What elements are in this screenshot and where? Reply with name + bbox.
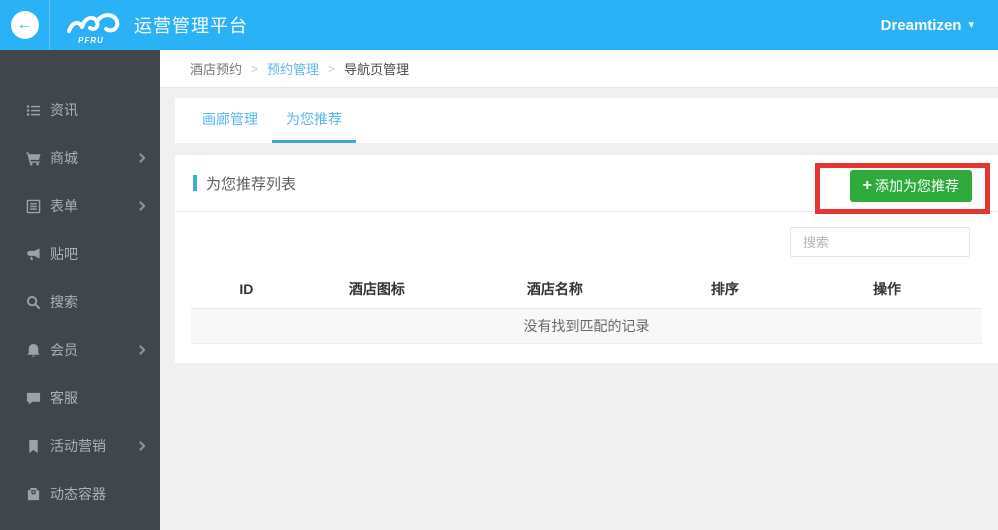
recommend-list-panel: 为您推荐列表 + 添加为您推荐 ID 酒店图标 酒店名称 排序 操作 xyxy=(175,155,998,363)
sidebar-item-label: 动态容器 xyxy=(50,486,106,502)
sidebar-item-search[interactable]: 搜索 xyxy=(0,278,160,326)
back-button[interactable]: ← xyxy=(0,0,50,50)
tabs-bar: 画廊管理 为您推荐 xyxy=(175,98,998,143)
comment-icon xyxy=(25,390,41,406)
breadcrumb-item-booking-management[interactable]: 预约管理 xyxy=(267,59,319,78)
table-header-row: ID 酒店图标 酒店名称 排序 操作 xyxy=(191,270,982,309)
sidebar-item-label: 贴吧 xyxy=(50,246,78,262)
breadcrumb-separator-icon: > xyxy=(251,61,259,76)
app-logo: PFRU 运营管理平台 xyxy=(50,7,248,45)
logo-swoosh-icon: PFRU xyxy=(66,7,128,45)
column-header-actions: 操作 xyxy=(792,270,982,309)
chevron-right-icon xyxy=(135,441,146,451)
search-icon xyxy=(25,294,41,310)
main-content: 酒店预约 > 预约管理 > 导航页管理 画廊管理 为您推荐 为您推荐列表 + 添… xyxy=(160,50,998,530)
back-arrow-icon: ← xyxy=(10,11,39,39)
sidebar-item-label: 商城 xyxy=(50,150,78,166)
logo-subtext: PFRU xyxy=(78,36,104,45)
top-header: ← PFRU 运营管理平台 Dreamtizen ▾ xyxy=(0,0,998,50)
sidebar-item-members[interactable]: 会员 xyxy=(0,326,160,374)
recommend-table: ID 酒店图标 酒店名称 排序 操作 没有找到匹配的记录 xyxy=(191,270,982,344)
bookmark-icon xyxy=(25,438,41,454)
column-header-sort: 排序 xyxy=(657,270,793,309)
column-header-hotel-icon: 酒店图标 xyxy=(301,270,453,309)
tab-recommended-for-you[interactable]: 为您推荐 xyxy=(272,98,356,143)
sidebar-item-news[interactable]: 资讯 xyxy=(0,86,160,134)
panel-title: 为您推荐列表 xyxy=(206,175,297,193)
sidebar-item-support[interactable]: 客服 xyxy=(0,374,160,422)
sidebar-item-label: 表单 xyxy=(50,198,78,214)
chevron-right-icon xyxy=(135,153,146,163)
breadcrumb: 酒店预约 > 预约管理 > 导航页管理 xyxy=(160,50,998,88)
breadcrumb-item-current: 导航页管理 xyxy=(344,62,410,77)
user-menu-label: Dreamtizen xyxy=(880,16,962,34)
sidebar-item-dynamic-container[interactable]: 动态容器 xyxy=(0,470,160,518)
breadcrumb-item-hotel-booking: 酒店预约 xyxy=(190,62,243,77)
bullhorn-icon xyxy=(25,246,41,262)
form-icon xyxy=(25,198,41,214)
search-box xyxy=(790,227,970,257)
tab-gallery-management[interactable]: 画廊管理 xyxy=(188,98,272,143)
caret-down-icon: ▾ xyxy=(968,18,974,31)
search-input[interactable] xyxy=(790,227,970,257)
sidebar-item-forms[interactable]: 表单 xyxy=(0,182,160,230)
sidebar-item-label: 资讯 xyxy=(50,102,78,118)
sidebar-item-marketing[interactable]: 活动营销 xyxy=(0,422,160,470)
empty-state-text: 没有找到匹配的记录 xyxy=(191,308,982,344)
user-menu[interactable]: Dreamtizen ▾ xyxy=(881,17,998,34)
list-icon xyxy=(25,102,41,118)
sidebar-item-label: 会员 xyxy=(50,342,78,358)
app-title: 运营管理平台 xyxy=(134,16,248,36)
column-header-hotel-name: 酒店名称 xyxy=(452,270,658,309)
bell-icon xyxy=(25,342,41,358)
sidebar-item-label: 搜索 xyxy=(50,294,78,310)
cart-icon xyxy=(25,150,41,166)
sidebar-item-label: 活动营销 xyxy=(50,438,106,454)
breadcrumb-separator-icon: > xyxy=(328,61,336,76)
table-empty-row: 没有找到匹配的记录 xyxy=(191,308,982,344)
chevron-right-icon xyxy=(135,201,146,211)
sidebar: 资讯 商城 表单 贴吧 搜索 会员 客服 活动营销 动态容器 xyxy=(0,50,160,530)
plus-icon: + xyxy=(862,177,872,194)
container-icon xyxy=(25,486,41,502)
sidebar-item-label: 客服 xyxy=(50,390,78,406)
column-header-id: ID xyxy=(191,270,302,309)
add-recommend-button[interactable]: + 添加为您推荐 xyxy=(849,170,972,202)
sidebar-item-forum[interactable]: 贴吧 xyxy=(0,230,160,278)
app-window: ← PFRU 运营管理平台 Dreamtizen ▾ 资讯 商城 表单 贴吧 搜… xyxy=(0,0,998,530)
add-recommend-button-label: 添加为您推荐 xyxy=(875,178,959,194)
chevron-right-icon xyxy=(135,345,146,355)
title-accent-bar xyxy=(193,175,197,191)
sidebar-item-mall[interactable]: 商城 xyxy=(0,134,160,182)
